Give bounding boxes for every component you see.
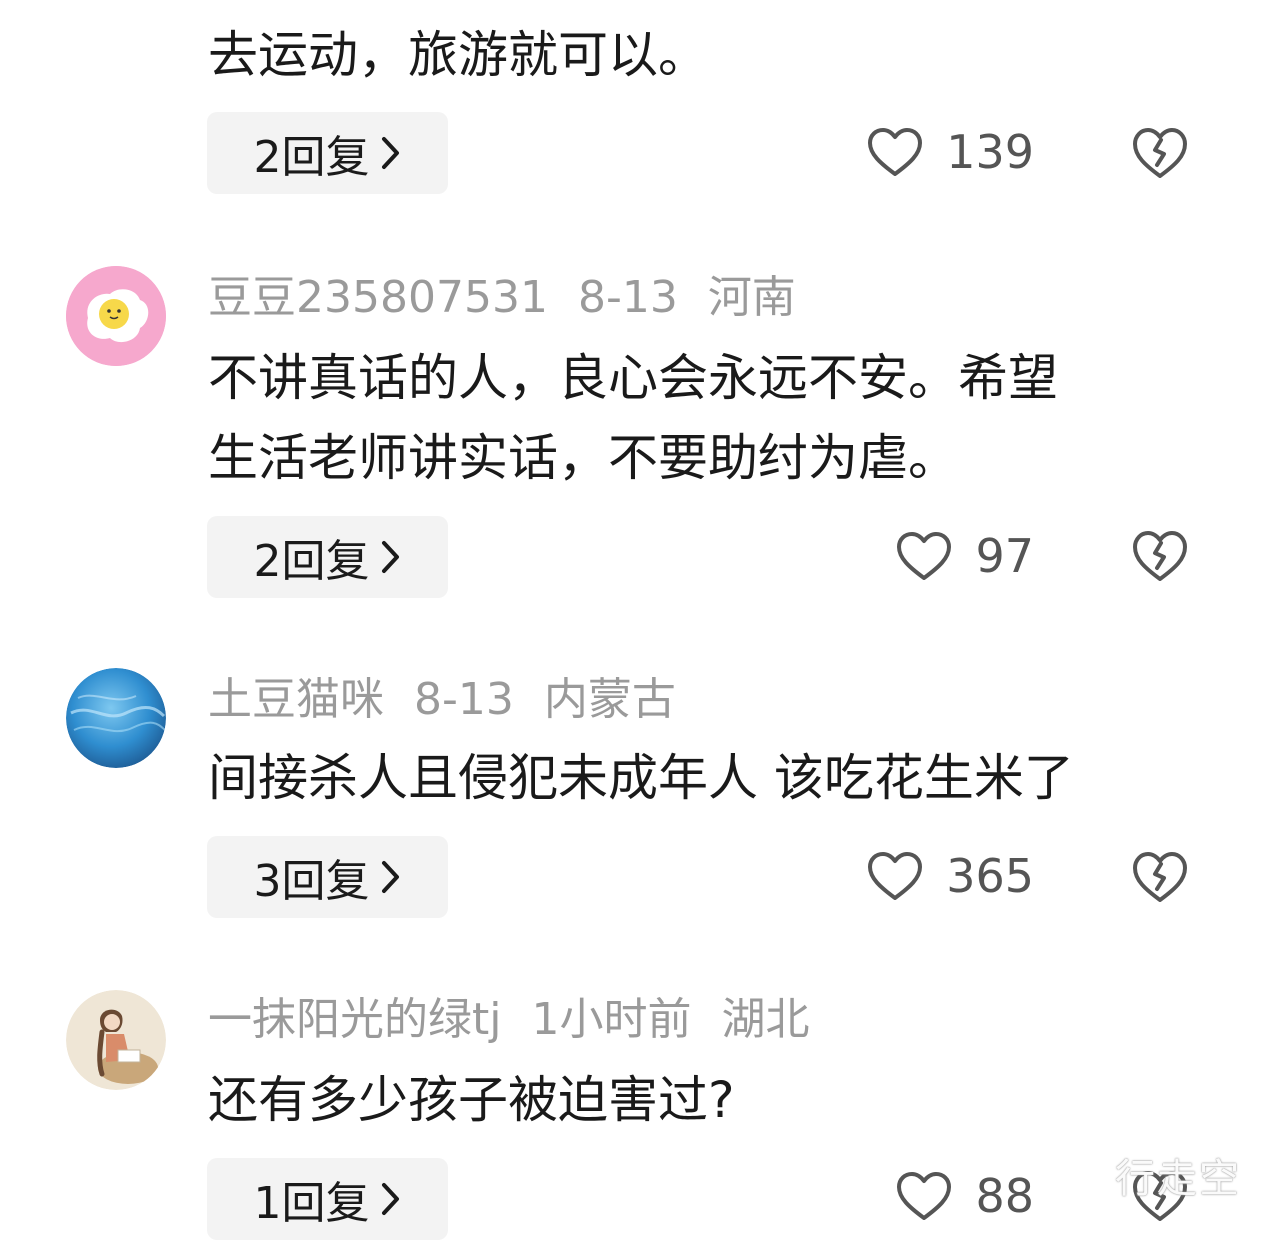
reply-label: 3回复	[253, 856, 370, 907]
reply-button[interactable]: 3回复	[207, 836, 448, 918]
comment-meta: 土豆猫咪 8-13 内蒙古	[208, 670, 706, 730]
dislike-button[interactable]	[1131, 849, 1189, 905]
like-button[interactable]: 365	[866, 846, 1034, 906]
comment-date: 1小时前	[531, 994, 692, 1045]
comment-location: 湖北	[721, 994, 810, 1045]
dislike-button[interactable]	[1131, 125, 1189, 181]
broken-heart-icon	[1133, 128, 1187, 178]
reply-label: 2回复	[253, 132, 370, 183]
reply-label: 1回复	[253, 1178, 370, 1229]
like-button[interactable]: 139	[866, 122, 1034, 182]
comment-date: 8-13	[577, 272, 678, 323]
comment-date: 8-13	[414, 674, 514, 725]
comment-text: 生活老师讲实话，不要助纣为虐。	[208, 429, 958, 487]
dislike-button[interactable]	[1131, 528, 1189, 584]
like-count: 365	[946, 849, 1034, 903]
username[interactable]: 土豆猫咪	[208, 674, 384, 725]
comment-meta: 豆豆235807531 8-13 河南	[208, 268, 826, 328]
like-button[interactable]: 88	[895, 1166, 1034, 1226]
chevron-right-icon	[380, 1181, 402, 1217]
illustrated-girl-avatar-image	[66, 990, 166, 1090]
like-button[interactable]: 97	[895, 526, 1034, 586]
broken-heart-icon	[1133, 531, 1187, 581]
username[interactable]: 一抹阳光的绿tj	[208, 994, 501, 1045]
chevron-right-icon	[380, 539, 402, 575]
broken-heart-icon	[1133, 852, 1187, 902]
watermark: 行走空	[1115, 1156, 1241, 1202]
avatar[interactable]	[66, 990, 166, 1090]
avatar[interactable]	[66, 266, 166, 366]
reply-button[interactable]: 1回复	[207, 1158, 448, 1240]
comment-text: 还有多少孩子被迫害过?	[208, 1071, 735, 1129]
comment-location: 河南	[707, 272, 796, 323]
reply-button[interactable]: 2回复	[207, 112, 448, 194]
like-count: 139	[946, 125, 1034, 179]
like-count: 88	[975, 1169, 1034, 1223]
heart-icon	[897, 532, 952, 580]
fried-egg-avatar-image	[66, 266, 166, 366]
like-count: 97	[975, 529, 1034, 583]
comment-text: 去运动，旅游就可以。	[208, 26, 708, 84]
heart-icon	[897, 1172, 952, 1220]
heart-icon	[868, 852, 923, 900]
comment-text: 间接杀人且侵犯未成年人 该吃花生米了	[208, 749, 1074, 807]
comment-location: 内蒙古	[543, 674, 676, 725]
reply-button[interactable]: 2回复	[207, 516, 448, 598]
chevron-right-icon	[380, 135, 402, 171]
comment-text: 不讲真话的人，良心会永远不安。希望	[208, 349, 1058, 407]
username[interactable]: 豆豆235807531	[208, 272, 548, 323]
heart-icon	[868, 128, 923, 176]
comment-meta: 一抹阳光的绿tj 1小时前 湖北	[208, 990, 839, 1050]
reply-label: 2回复	[253, 536, 370, 587]
avatar[interactable]	[66, 668, 166, 768]
blue-water-avatar-image	[66, 668, 166, 768]
chevron-right-icon	[380, 859, 402, 895]
